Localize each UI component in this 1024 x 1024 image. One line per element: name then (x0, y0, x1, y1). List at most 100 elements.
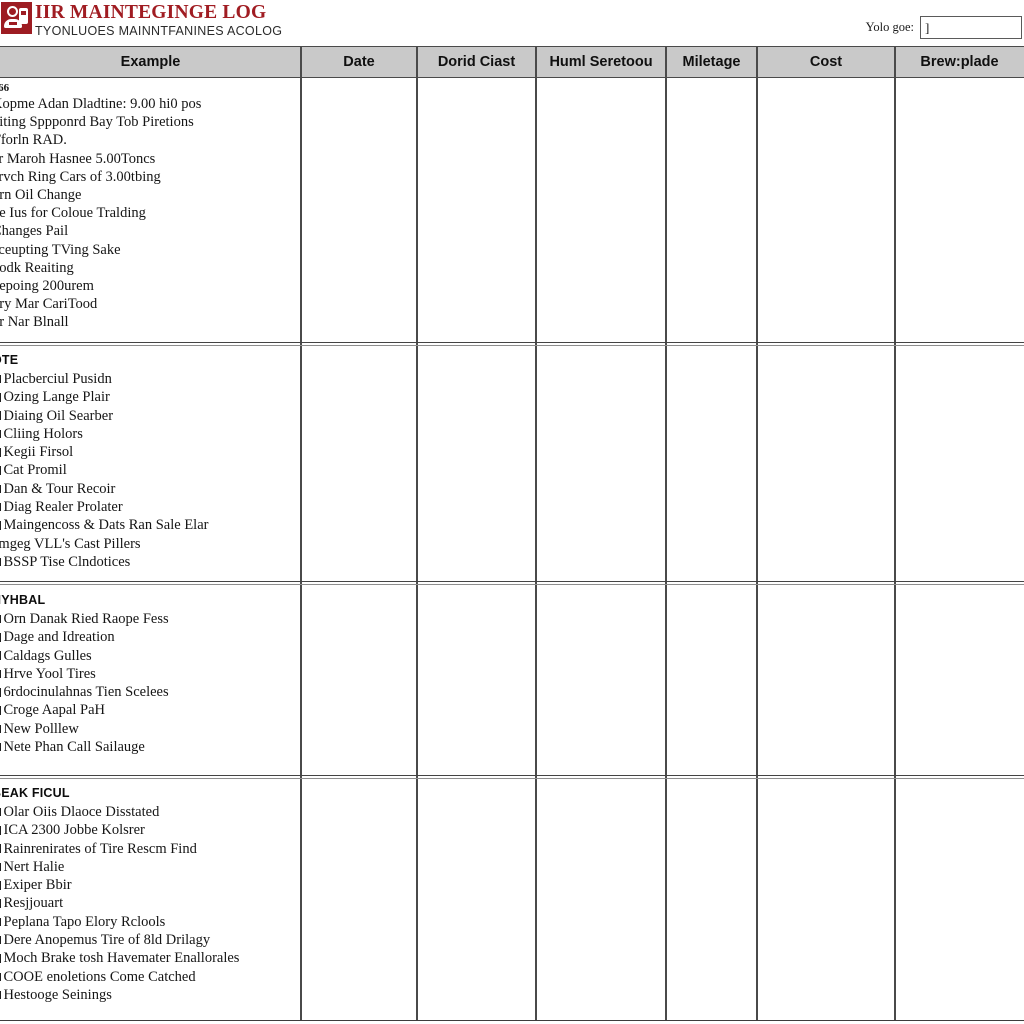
checklist-item[interactable]: Resjjouart (0, 894, 300, 912)
checkbox-icon[interactable] (0, 393, 1, 402)
checklist-item[interactable]: Diag Realer Prolater (0, 498, 300, 516)
checklist-item[interactable]: Nert Halie (0, 858, 300, 876)
checklist-item[interactable]: Orn Danak Ried Raope Fess (0, 610, 300, 628)
checkbox-icon[interactable] (0, 614, 1, 624)
checklist-item[interactable]: Caldags Gulles (0, 647, 300, 665)
checklist-item[interactable]: Moch Brake tosh Havemater Enallorales (0, 949, 300, 967)
example-row-text: ur Nar Blnall (0, 314, 69, 331)
example-row-text: aceupting TVing Sake (0, 241, 121, 258)
checklist-item[interactable]: Kegii Firsol (0, 443, 300, 461)
checklist-item-label: Peplana Tapo Elory Rclools (3, 913, 166, 930)
checkbox-icon[interactable] (0, 633, 1, 642)
checklist-item[interactable]: Placberciul Pusidn (0, 370, 300, 388)
checklist-item-label: Rainrenirates of Tire Rescm Find (3, 840, 197, 857)
checkbox-icon[interactable] (0, 688, 1, 697)
checklist-item[interactable]: ICA 2300 Jobbe Kolsrer (0, 821, 300, 839)
checklist-item[interactable]: Hrve Yool Tires (0, 665, 300, 683)
checklist-item[interactable]: New Polllew (0, 720, 300, 738)
example-row-text: Changes Pail (0, 223, 69, 240)
checkbox-icon[interactable] (0, 899, 1, 908)
checklist-item[interactable]: Dage and Idreation (0, 628, 300, 646)
checklist-item-label: Orn Danak Ried Raope Fess (3, 611, 169, 627)
checklist-item[interactable]: Ozing Lange Plair (0, 388, 300, 406)
maintenance-log-sheet: IIR MAINTEGINGE LOG TYONLUOES MAINNTFANI… (0, 0, 1024, 1024)
checklist-item-label: Dage and Idreation (3, 629, 115, 646)
checkbox-icon[interactable] (0, 917, 1, 927)
checklist-item[interactable]: Nete Phan Call Sailauge (0, 738, 300, 756)
checkbox-icon[interactable] (0, 502, 1, 512)
section-divider (0, 775, 1024, 779)
checklist-item-label: Moch Brake tosh Havemater Enallorales (3, 950, 240, 967)
example-row-text: niting Sppponrd Bay Tob Piretions (0, 114, 194, 131)
checkbox-icon[interactable] (0, 411, 1, 420)
checkbox-icon[interactable] (0, 429, 1, 439)
checklist-item[interactable]: Hestooge Seinings (0, 986, 300, 1004)
checkbox-icon[interactable] (0, 557, 1, 567)
example-row-text: amgeg VLL's Cast Pillers (0, 535, 141, 552)
checkbox-icon[interactable] (0, 448, 1, 457)
checkbox-icon[interactable] (0, 742, 1, 752)
checklist-item-label: Caldags Gulles (3, 647, 92, 664)
checkbox-icon[interactable] (0, 724, 1, 734)
column-header-4[interactable]: Miletage (666, 47, 757, 77)
checklist-item[interactable]: BSSP Tise Clndotices (0, 553, 300, 571)
checklist-item-label: Olar Oiis Dlaoce Disstated (3, 804, 160, 820)
checkbox-icon[interactable] (0, 484, 1, 494)
checkbox-icon[interactable] (0, 881, 1, 890)
column-header-5[interactable]: Cost (757, 47, 895, 77)
checkbox-icon[interactable] (0, 374, 1, 384)
section-2: OTEPlacberciul PusidnOzing Lange PlairDi… (0, 353, 300, 571)
checkbox-icon[interactable] (0, 706, 1, 715)
checkbox-icon[interactable] (0, 651, 1, 660)
checklist-item-label: Diag Realer Prolater (3, 499, 123, 516)
checklist-item[interactable]: Rainrenirates of Tire Rescm Find (0, 840, 300, 858)
checklist-item[interactable]: Exiper Bbir (0, 876, 300, 894)
column-header-1[interactable]: Date (301, 47, 417, 77)
car-badge-icon (1, 2, 32, 34)
example-row-text: ar Maroh Hasnee 5.00Toncs (0, 150, 156, 167)
section-divider (0, 581, 1024, 585)
checklist-item[interactable]: Cliing Holors (0, 425, 300, 443)
checkbox-icon[interactable] (0, 954, 1, 963)
checkbox-icon[interactable] (0, 807, 1, 817)
checkbox-icon[interactable] (0, 844, 1, 853)
checklist-item-label: COOE enoletions Come Catched (3, 968, 196, 985)
table-header-row: Example Date Dorid Ciast Huml Seretoou Milet… (0, 46, 1024, 78)
checkbox-icon[interactable] (0, 669, 1, 679)
checklist-item[interactable]: Dan & Tour Recoir (0, 480, 300, 498)
checkbox-icon[interactable] (0, 521, 1, 530)
checkbox-icon[interactable] (0, 466, 1, 475)
vehicle-input[interactable]: ] (920, 16, 1022, 39)
column-header-6[interactable]: Brew:plade (895, 47, 1024, 77)
checklist-item[interactable]: Peplana Tapo Elory Rclools (0, 913, 300, 931)
checkbox-icon[interactable] (0, 990, 1, 1000)
checklist-item-label: Exiper Bbir (3, 877, 72, 894)
column-header-3[interactable]: Huml Seretoou (536, 47, 666, 77)
checklist-item-label: Maingencoss & Dats Ran Sale Elar (3, 517, 209, 534)
checkbox-icon[interactable] (0, 935, 1, 945)
section-subheading: u66 (0, 82, 10, 94)
checklist-item[interactable]: Dere Anopemus Tire of 8ld Drilagy (0, 931, 300, 949)
checklist-item[interactable]: Maingencoss & Dats Ran Sale Elar (0, 516, 300, 534)
checklist-item-label: Kegii Firsol (3, 444, 74, 461)
checklist-item-label: ICA 2300 Jobbe Kolsrer (3, 822, 145, 839)
checkbox-icon[interactable] (0, 862, 1, 872)
checklist-item[interactable]: Diaing Oil Searber (0, 407, 300, 425)
checklist-item[interactable]: Cat Promil (0, 461, 300, 479)
checklist-item-label: New Polllew (3, 720, 79, 737)
column-header-2[interactable]: Dorid Ciast (417, 47, 536, 77)
checklist-item[interactable]: COOE enoletions Come Catched (0, 968, 300, 986)
checklist-item-label: Nete Phan Call Sailauge (3, 739, 145, 756)
checkbox-icon[interactable] (0, 972, 1, 982)
vehicle-field-group: Yolo goe: ] (866, 16, 1022, 39)
checkbox-icon[interactable] (0, 826, 1, 835)
checklist-item[interactable]: Croge Aapal PaH (0, 701, 300, 719)
example-row-text: depoing 200urem (0, 277, 94, 294)
column-header-0[interactable]: Example (0, 47, 301, 77)
checklist-item[interactable]: Olar Oiis Dlaoce Disstated (0, 803, 300, 821)
section-4: BEAK FICUL Olar Oiis Dlaoce Disstated ICA … (0, 786, 300, 1004)
checklist-item-label: Nert Halie (3, 858, 65, 875)
column-divider (665, 46, 667, 1021)
vehicle-field-label: Yolo goe: (865, 20, 914, 34)
checklist-item[interactable]: 6rdocinulahnas Tien Scelees (0, 683, 300, 701)
